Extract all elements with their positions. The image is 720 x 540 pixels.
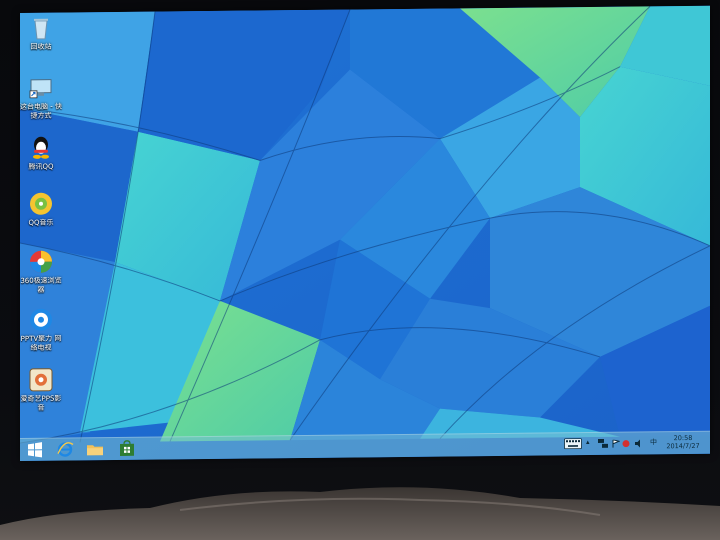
desktop-icon-360-browser[interactable]: 360极速浏览器	[20, 249, 62, 295]
app-shortcut-icon	[29, 368, 53, 392]
monitor-bezel: 回收站 这台电脑 - 快捷方式 腾讯QQ QQ音乐 360极速浏览器 PPTV聚…	[0, 0, 720, 540]
desktop-icon-label: 爱奇艺PPS影音	[20, 394, 62, 412]
start-button-icon[interactable]	[26, 441, 44, 459]
file-explorer-icon[interactable]	[86, 440, 104, 458]
foreground-blanket	[0, 487, 720, 540]
desktop-icon-label: QQ音乐	[28, 218, 54, 227]
desktop-icon-area: 回收站 这台电脑 - 快捷方式 腾讯QQ QQ音乐 360极速浏览器 PPTV聚…	[20, 12, 92, 433]
desktop-screen: 回收站 这台电脑 - 快捷方式 腾讯QQ QQ音乐 360极速浏览器 PPTV聚…	[20, 5, 710, 461]
qq-music-icon	[30, 192, 52, 215]
desktop-icon-recycle-bin[interactable]: 回收站	[20, 15, 62, 52]
desktop-icon-pptv[interactable]: PPTV聚力 网络电视	[20, 307, 62, 353]
store-icon[interactable]	[118, 440, 136, 458]
recycle-bin-icon	[34, 18, 48, 40]
desktop-icon-tencent-qq[interactable]: 腾讯QQ	[20, 135, 62, 172]
desktop-icon-qq-music[interactable]: QQ音乐	[20, 191, 62, 228]
desktop-icon-label: 回收站	[30, 42, 52, 51]
chevron-up-icon[interactable]: ▴	[586, 438, 590, 446]
system-tray: ▴ 中 20:58 2014/7/27	[564, 432, 704, 455]
desktop-icon-app-shortcut[interactable]: 爱奇艺PPS影音	[20, 367, 62, 413]
network-icon[interactable]	[598, 438, 608, 448]
wallpaper	[20, 5, 710, 461]
desktop-icon-label: 360极速浏览器	[20, 276, 62, 294]
internet-explorer-icon[interactable]	[56, 440, 74, 458]
alert-icon[interactable]	[622, 440, 630, 448]
notification-flag-icon[interactable]	[612, 439, 620, 448]
keyboard-icon[interactable]	[564, 438, 582, 450]
desktop-icon-this-pc[interactable]: 这台电脑 - 快捷方式	[20, 75, 62, 121]
clock[interactable]: 20:58 2014/7/27	[666, 434, 700, 450]
clock-date: 2014/7/27	[666, 441, 700, 451]
desktop-icon-label: 这台电脑 - 快捷方式	[20, 102, 62, 120]
desktop-icon-label: PPTV聚力 网络电视	[20, 334, 62, 352]
volume-icon[interactable]	[634, 438, 644, 448]
tencent-qq-icon	[33, 136, 49, 159]
pptv-icon	[30, 308, 52, 331]
desktop-icon-label: 腾讯QQ	[28, 162, 54, 171]
this-pc-shortcut-icon	[29, 79, 52, 99]
ime-indicator[interactable]: 中	[650, 437, 657, 447]
browser-360-icon	[30, 250, 52, 273]
